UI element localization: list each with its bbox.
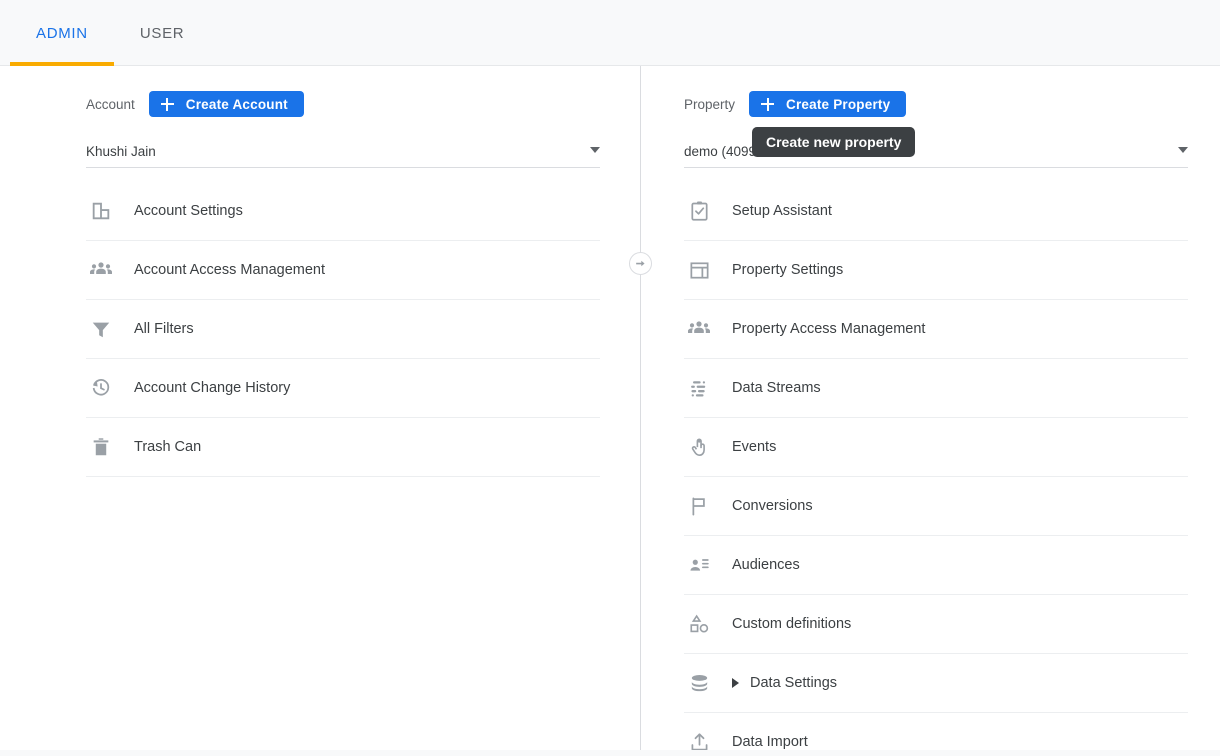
tab-user-label: USER [140,25,184,42]
trash-icon [86,436,116,458]
building-icon [86,200,116,222]
menu-item-account-change-history[interactable]: Account Change History [86,359,600,418]
account-column: Account Create Account Khushi Jain [0,66,640,756]
admin-columns: Account Create Account Khushi Jain [0,66,1220,756]
create-account-button[interactable]: Create Account [149,91,304,117]
menu-item-label: Account Change History [134,380,290,396]
tab-user[interactable]: USER [114,0,210,66]
layout-panel-icon [684,259,714,282]
menu-item-events[interactable]: Events [684,418,1188,477]
menu-item-label: Data Import [732,734,808,750]
plus-icon [161,98,174,111]
create-account-label: Create Account [186,97,288,112]
viewport-bottom-edge [0,750,1220,756]
property-header: Property Create Property [684,88,1188,120]
create-property-button[interactable]: Create Property [749,91,906,117]
database-stack-icon [684,672,714,695]
clipboard-check-icon [684,200,714,223]
property-column: Property Create Property demo (4099 [640,66,1220,756]
account-menu: Account Settings Account Access M [86,182,600,477]
tab-admin-label: ADMIN [36,25,88,42]
chevron-down-icon [590,147,600,153]
menu-item-label: Conversions [732,498,813,514]
menu-item-audiences[interactable]: Audiences [684,536,1188,595]
funnel-icon [86,318,116,340]
property-label: Property [684,97,735,112]
shapes-icon [684,613,714,636]
menu-item-label: Data Streams [732,380,821,396]
tab-admin[interactable]: ADMIN [10,0,114,66]
menu-item-property-access-management[interactable]: Property Access Management [684,300,1188,359]
data-streams-icon [684,377,714,400]
property-selector[interactable]: demo (4099 [684,136,1188,168]
create-property-label: Create Property [786,97,890,112]
menu-item-property-settings[interactable]: Property Settings [684,241,1188,300]
expand-triangle-icon[interactable] [732,678,739,688]
tap-hand-icon [684,436,714,459]
menu-item-all-filters[interactable]: All Filters [86,300,600,359]
person-list-icon [684,554,714,577]
menu-item-label: Property Settings [732,262,843,278]
ga-admin-page: ADMIN USER Account Create Account Khushi… [0,0,1220,756]
menu-item-conversions[interactable]: Conversions [684,477,1188,536]
account-header: Account Create Account [86,88,600,120]
account-label: Account [86,97,135,112]
account-selector-value: Khushi Jain [86,144,156,159]
history-clock-icon [86,377,116,399]
menu-item-label: Property Access Management [732,321,925,337]
menu-item-data-streams[interactable]: Data Streams [684,359,1188,418]
menu-item-label: Setup Assistant [732,203,832,219]
menu-item-label: Data Settings [750,675,837,691]
menu-item-trash-can[interactable]: Trash Can [86,418,600,477]
menu-item-account-settings[interactable]: Account Settings [86,182,600,241]
menu-item-label: All Filters [134,321,194,337]
menu-item-label: Account Settings [134,203,243,219]
menu-item-account-access-management[interactable]: Account Access Management [86,241,600,300]
people-group-icon [86,258,116,282]
flag-icon [684,495,714,518]
menu-item-label: Events [732,439,776,455]
top-tab-bar: ADMIN USER [0,0,1220,66]
menu-item-data-settings[interactable]: Data Settings [684,654,1188,713]
plus-icon [761,98,774,111]
menu-item-label: Custom definitions [732,616,851,632]
menu-item-label: Account Access Management [134,262,325,278]
account-selector[interactable]: Khushi Jain [86,136,600,168]
chevron-down-icon [1178,147,1188,153]
property-menu: Setup Assistant Property Settings [684,182,1188,756]
people-group-icon [684,317,714,341]
menu-item-label: Audiences [732,557,800,573]
property-selector-value: demo (4099 [684,144,756,159]
menu-item-setup-assistant[interactable]: Setup Assistant [684,182,1188,241]
menu-item-custom-definitions[interactable]: Custom definitions [684,595,1188,654]
menu-item-label: Trash Can [134,439,201,455]
